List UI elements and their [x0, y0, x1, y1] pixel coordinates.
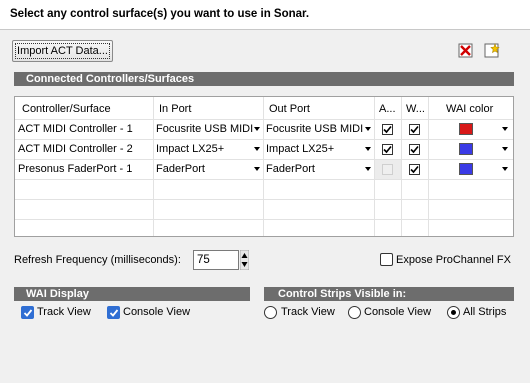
col-header-w[interactable]: W... — [403, 100, 427, 119]
table-row-controller-name[interactable]: ACT MIDI Controller - 2 — [15, 140, 153, 159]
checkbox-checked[interactable] — [107, 306, 120, 319]
add-controller-button[interactable] — [482, 41, 502, 61]
control-strips-header: Control Strips Visible in: — [264, 287, 514, 301]
checkbox-box[interactable] — [380, 253, 393, 266]
row-a-checkbox[interactable] — [382, 144, 393, 155]
dialog-header: Select any control surface(s) you want t… — [0, 0, 530, 30]
chevron-down-icon[interactable] — [365, 147, 371, 151]
col-header-wai-color[interactable]: WAI color — [443, 100, 513, 119]
in-port-select[interactable]: Impact LX25+ — [153, 140, 253, 159]
col-header-controller[interactable]: Controller/Surface — [19, 100, 153, 119]
chevron-down-icon[interactable] — [365, 167, 371, 171]
strips-console-view-label: Console View — [364, 306, 432, 318]
wai-color-swatch[interactable] — [459, 123, 473, 135]
out-port-select[interactable]: Focusrite USB MIDI — [263, 120, 364, 139]
chevron-down-icon[interactable] — [254, 147, 260, 151]
strips-all-strips-radio[interactable] — [447, 306, 460, 319]
wai-console-view-label: Console View — [123, 306, 191, 318]
col-header-out-port[interactable]: Out Port — [266, 100, 371, 119]
import-act-data-button[interactable]: Import ACT Data... — [12, 40, 113, 62]
col-header-in-port[interactable]: In Port — [156, 100, 261, 119]
chevron-down-icon[interactable] — [254, 167, 260, 171]
chevron-down-icon[interactable] — [254, 127, 260, 131]
row-a-checkbox[interactable] — [382, 124, 393, 135]
header-title: Select any control surface(s) you want t… — [10, 8, 310, 20]
in-port-select[interactable]: FaderPort — [153, 160, 253, 179]
col-header-a[interactable]: A... — [376, 100, 400, 119]
row-w-checkbox[interactable] — [409, 124, 420, 135]
wai-display-header: WAI Display — [14, 287, 250, 301]
out-port-select[interactable]: Impact LX25+ — [263, 140, 364, 159]
delete-controller-button[interactable] — [456, 41, 476, 61]
wai-console-view-checkbox[interactable] — [107, 306, 120, 322]
chevron-down-icon[interactable] — [502, 127, 508, 131]
refresh-spinner[interactable] — [239, 249, 250, 271]
chevron-down-icon[interactable] — [365, 127, 371, 131]
chevron-down-icon[interactable] — [502, 147, 508, 151]
delete-icon — [458, 43, 473, 58]
expose-prochannel-checkbox[interactable] — [380, 253, 393, 266]
strips-track-view-label: Track View — [281, 306, 335, 318]
chevron-down-icon[interactable] — [502, 167, 508, 171]
refresh-frequency-input[interactable]: 75 — [193, 250, 239, 270]
controllers-grid: Controller/Surface In Port Out Port A...… — [14, 96, 514, 237]
wai-color-swatch[interactable] — [459, 163, 473, 175]
row-w-checkbox[interactable] — [409, 144, 420, 155]
expose-prochannel-label: Expose ProChannel FX — [396, 254, 511, 266]
checkbox-checked[interactable] — [21, 306, 34, 319]
connected-controllers-header: Connected Controllers/Surfaces — [14, 72, 514, 86]
strips-track-view-radio[interactable] — [264, 306, 277, 319]
strips-all-strips-label: All Strips — [463, 306, 507, 318]
row-w-checkbox[interactable] — [409, 164, 420, 175]
spin-up-down-icon[interactable] — [239, 249, 250, 271]
new-star-icon — [484, 43, 500, 58]
wai-color-swatch[interactable] — [459, 143, 473, 155]
in-port-select[interactable]: Focusrite USB MIDI — [153, 120, 253, 139]
out-port-select[interactable]: FaderPort — [263, 160, 364, 179]
refresh-frequency-label: Refresh Frequency (milliseconds): — [14, 254, 181, 266]
table-row-controller-name[interactable]: ACT MIDI Controller - 1 — [15, 120, 153, 139]
row-a-checkbox — [382, 164, 393, 175]
table-row-controller-name[interactable]: Presonus FaderPort - 1 — [15, 160, 153, 179]
wai-track-view-label: Track View — [37, 306, 91, 318]
wai-track-view-checkbox[interactable] — [21, 306, 34, 322]
strips-console-view-radio[interactable] — [348, 306, 361, 319]
